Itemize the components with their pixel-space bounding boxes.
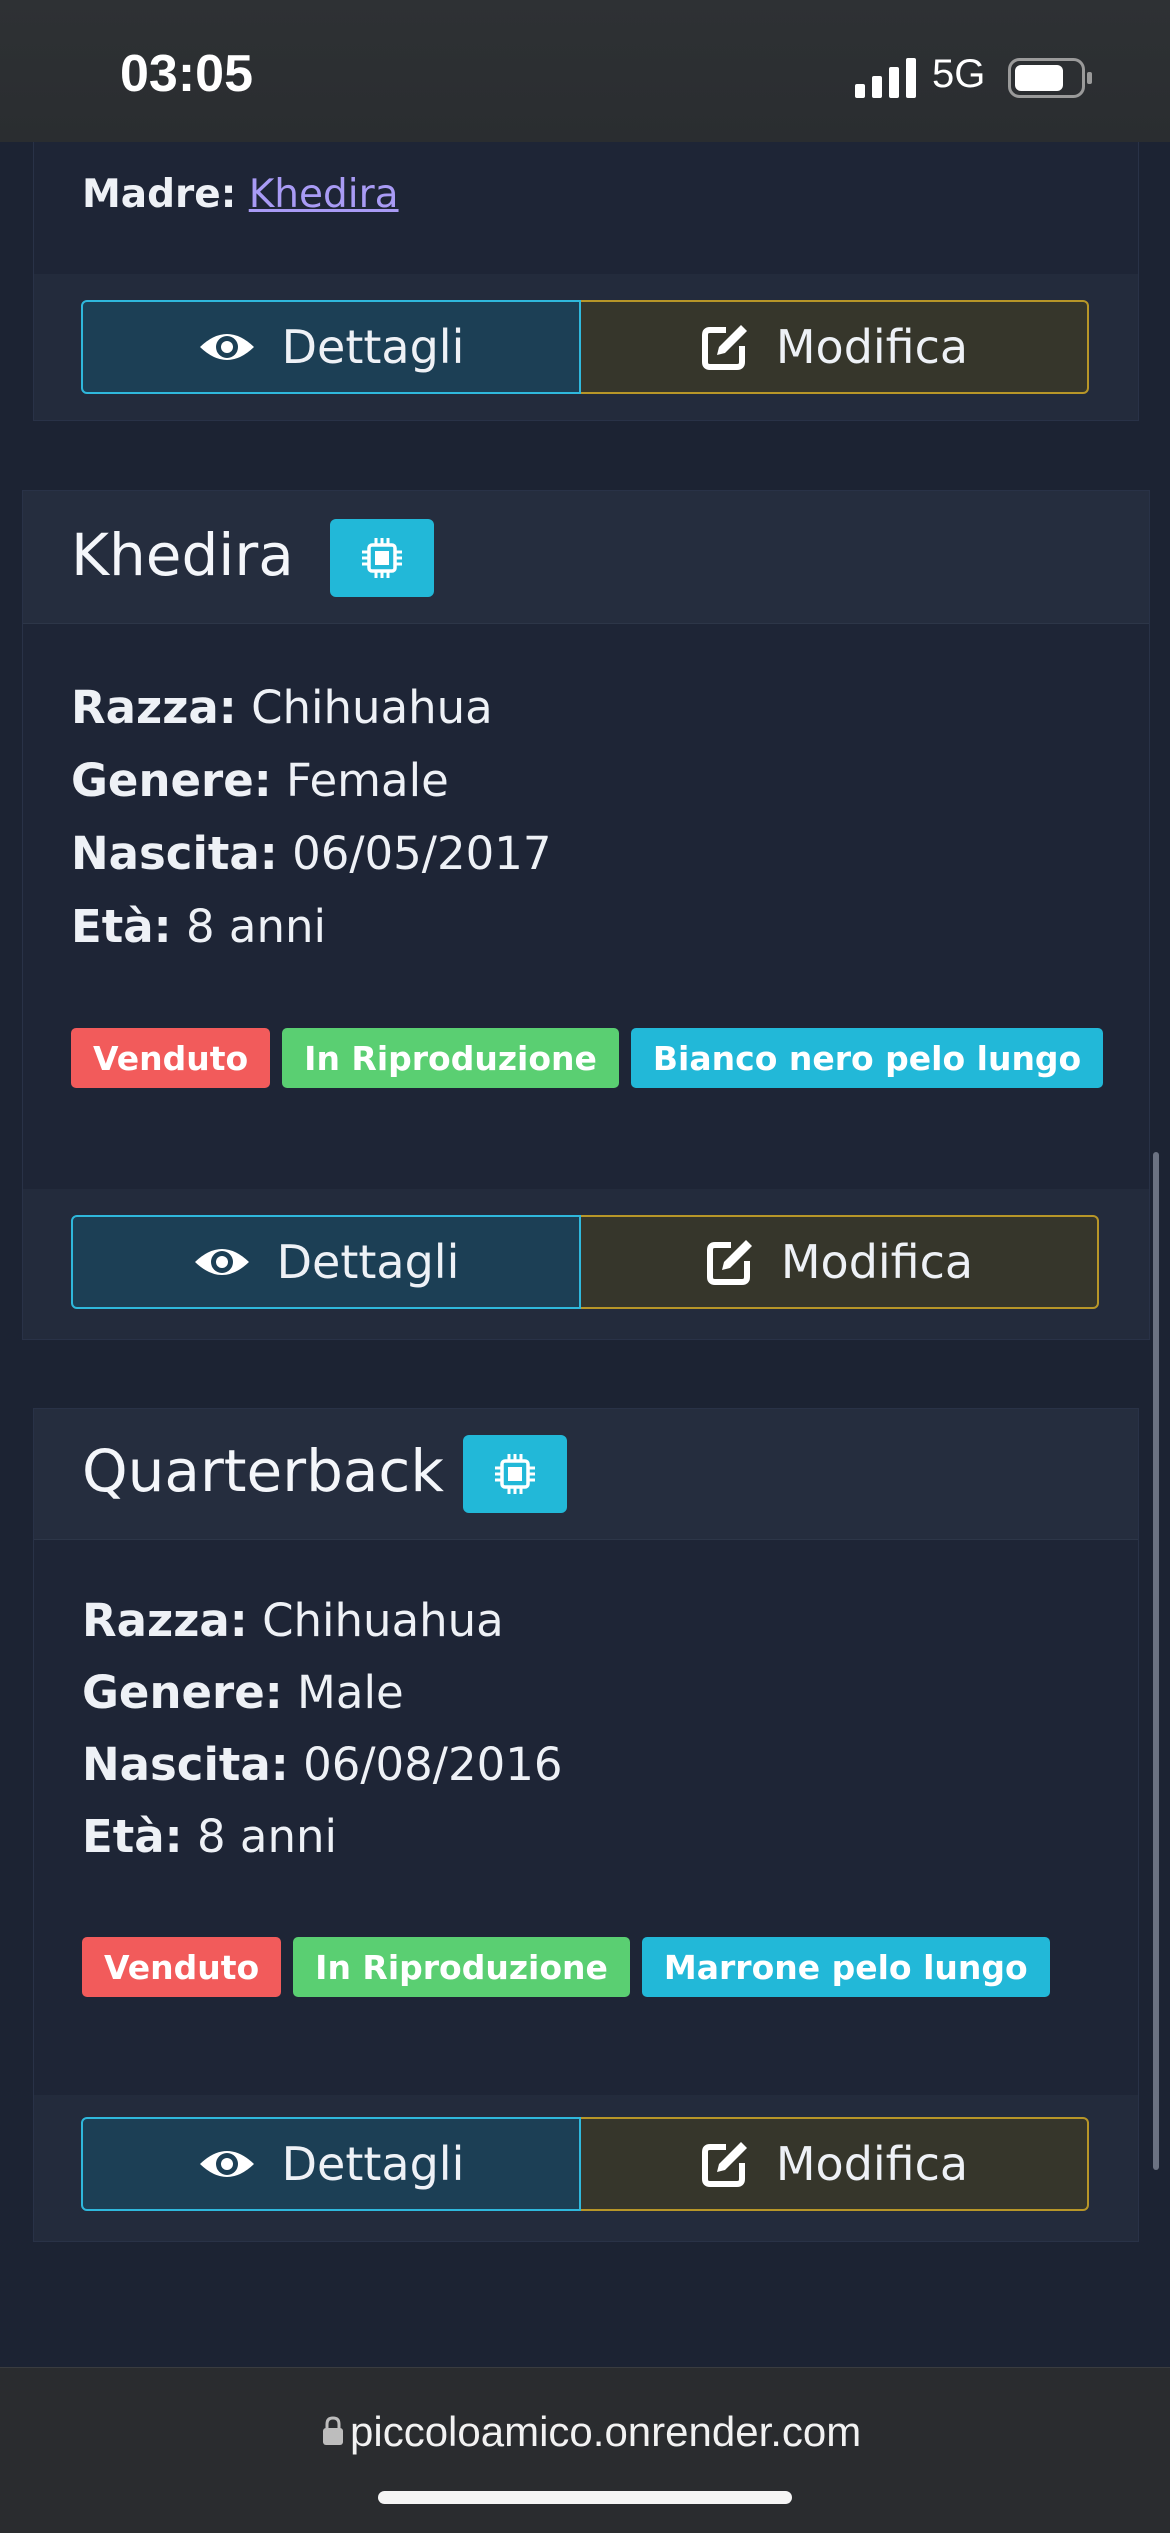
birth-line: Nascita: 06/05/2017 [71,827,551,880]
edit-label: Modifica [775,320,969,374]
gender-line: Genere: Male [82,1666,404,1719]
edit-button[interactable]: Modifica [581,2117,1089,2211]
microchip-badge [330,519,434,597]
details-button[interactable]: Dettagli [81,300,581,394]
scrollbar[interactable] [1153,1152,1159,2170]
card-header: Quarterback [34,1409,1138,1540]
birth-label: Nascita: [71,827,278,880]
birth-value: 06/05/2017 [292,827,552,880]
status-bar: 03:05 5G [0,0,1170,142]
breed-value: Chihuahua [251,681,493,734]
home-indicator[interactable] [378,2491,792,2504]
gender-value: Male [297,1666,404,1719]
microchip-icon [495,1454,535,1494]
coat-color-badge: Marrone pelo lungo [641,1937,1050,1997]
details-label: Dettagli [276,1235,460,1289]
coat-color-badge: Bianco nero pelo lungo [630,1028,1104,1088]
mother-label: Madre: [82,172,237,217]
status-time: 03:05 [120,45,253,103]
status-badge-breeding: In Riproduzione [282,1028,619,1088]
details-button[interactable]: Dettagli [81,2117,581,2211]
birth-label: Nascita: [82,1738,289,1791]
microchip-badge [463,1435,567,1513]
birth-value: 06/08/2016 [303,1738,563,1791]
status-badge-breeding: In Riproduzione [293,1937,630,1997]
edit-label: Modifica [780,1235,974,1289]
microchip-icon [362,538,402,578]
gender-value: Female [286,754,449,807]
age-line: Età: 8 anni [82,1810,337,1863]
edit-button[interactable]: Modifica [581,300,1089,394]
gender-label: Genere: [82,1666,283,1719]
birth-line: Nascita: 06/08/2016 [82,1738,562,1791]
status-badge-sold: Venduto [82,1937,282,1997]
signal-icon [855,58,916,98]
details-label: Dettagli [281,2137,465,2191]
dog-card: Khedira Razza: Chihuahua Genere: Female … [22,490,1150,1340]
breed-line: Razza: Chihuahua [71,681,493,734]
dog-name: Khedira [71,521,294,589]
age-value: 8 anni [185,900,326,953]
edit-label: Modifica [775,2137,969,2191]
gender-label: Genere: [71,754,272,807]
button-group: Dettagli Modifica [81,300,1089,394]
mother-link[interactable]: Khedira [249,172,399,217]
url-text[interactable]: piccoloamico.onrender.com [350,2408,861,2456]
breed-value: Chihuahua [262,1594,504,1647]
tag-row: Venduto In Riproduzione Marrone pelo lun… [82,1937,1050,1997]
status-badge-sold: Venduto [71,1028,271,1088]
age-label: Età: [82,1810,183,1863]
battery-icon [1008,58,1092,98]
details-label: Dettagli [281,320,465,374]
edit-button[interactable]: Modifica [581,1215,1099,1309]
breed-label: Razza: [82,1594,248,1647]
breed-label: Razza: [71,681,237,734]
eye-icon [199,334,254,360]
breed-line: Razza: Chihuahua [82,1594,504,1647]
tag-row: Venduto In Riproduzione Bianco nero pelo… [71,1028,1104,1088]
edit-icon [701,325,747,370]
details-button[interactable]: Dettagli [71,1215,581,1309]
age-line: Età: 8 anni [71,900,326,953]
button-group: Dettagli Modifica [81,2117,1089,2211]
mother-info: Madre: Khedira [82,172,399,217]
gender-line: Genere: Female [71,754,449,807]
edit-icon [706,1240,752,1285]
button-group: Dettagli Modifica [71,1215,1099,1309]
network-type: 5G [932,52,986,96]
lock-icon [323,2416,343,2445]
browser-url-bar[interactable]: piccoloamico.onrender.com [0,2367,1170,2533]
card-header: Khedira [23,491,1149,624]
age-value: 8 anni [196,1810,337,1863]
eye-icon [194,1249,249,1275]
age-label: Età: [71,900,172,953]
eye-icon [199,2151,254,2177]
edit-icon [701,2142,747,2187]
dog-name: Quarterback [82,1437,444,1505]
